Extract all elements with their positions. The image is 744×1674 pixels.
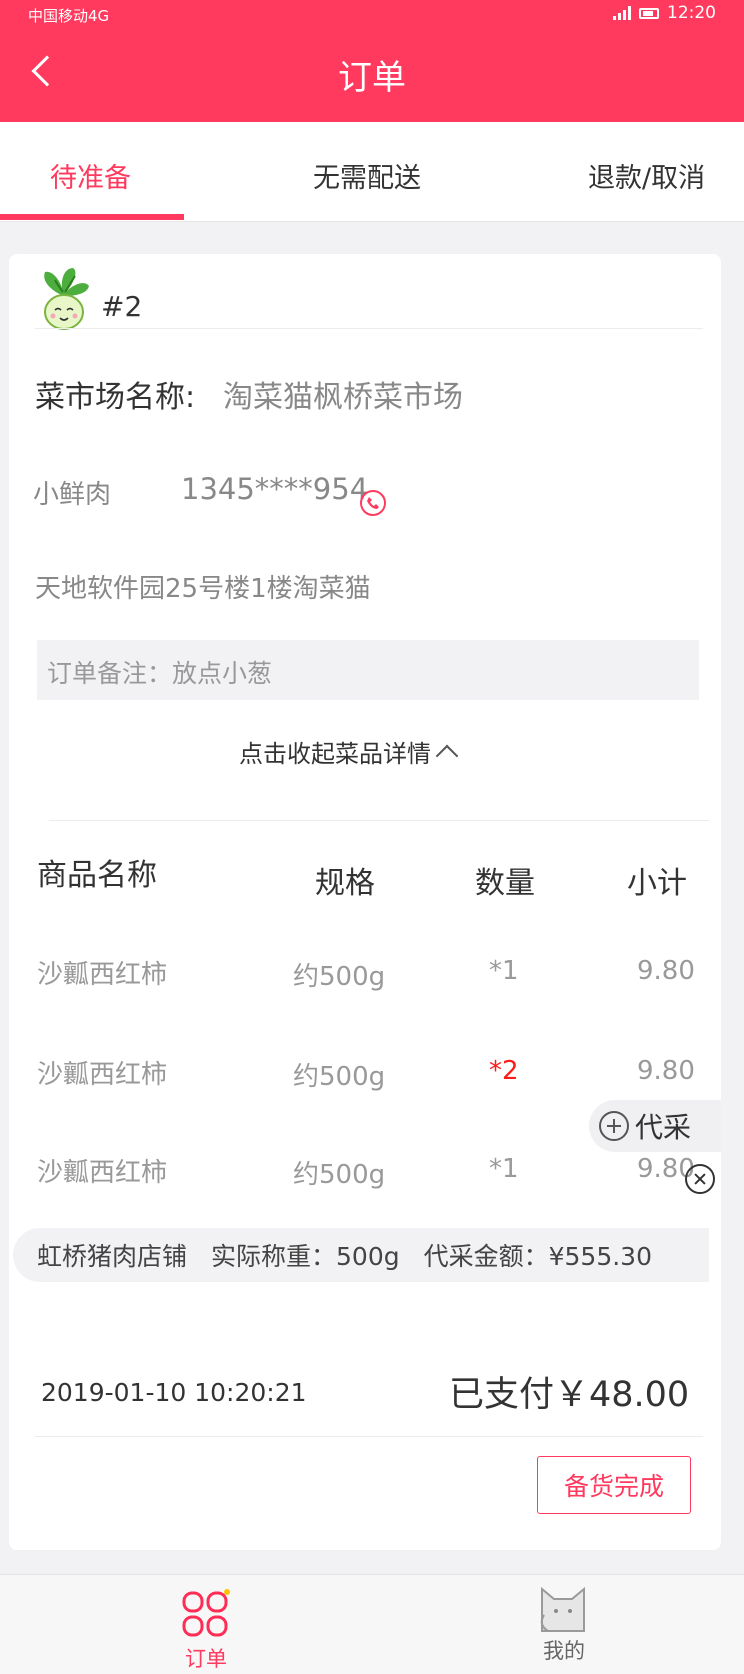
item-qty: *1	[489, 956, 519, 986]
item-name: 沙瓤西红柿	[37, 1158, 168, 1188]
signal-icon	[613, 6, 631, 20]
divider	[49, 820, 709, 821]
item-qty: *1	[489, 1154, 519, 1184]
nav-orders-label: 订单	[185, 1647, 227, 1671]
item-subtotal: 9.80	[637, 956, 695, 986]
bottom-nav: 订单 我的	[0, 1574, 744, 1674]
item-spec: 约500g	[293, 962, 386, 992]
battery-icon	[639, 7, 659, 19]
order-tabs: 待准备 无需配送 退款/取消	[0, 122, 744, 222]
status-bar: 中国移动4G 12:20	[0, 0, 744, 28]
collapse-details-label: 点击收起菜品详情	[239, 740, 431, 768]
item-name: 沙瓤西红柿	[37, 1060, 168, 1090]
stock-ready-button[interactable]: 备货完成	[537, 1456, 691, 1514]
phone-call-icon[interactable]	[359, 489, 387, 517]
order-card: #2 菜市场名称: 淘菜猫枫桥菜市场 小鲜肉 1345****954 天地软件园…	[9, 254, 721, 1550]
proxy-purchase-button[interactable]: 代采	[589, 1100, 721, 1152]
column-header-qty: 数量	[475, 866, 535, 901]
divider	[35, 1436, 703, 1437]
order-datetime: 2019-01-10 10:20:21	[41, 1378, 307, 1407]
item-subtotal: 9.80	[637, 1056, 695, 1086]
status-time: 12:20	[667, 3, 716, 23]
item-qty: *2	[489, 1056, 519, 1086]
proxy-info-bar: 虹桥猪肉店铺 实际称重：500g 代采金额：¥555.30	[13, 1228, 709, 1282]
market-name-value: 淘菜猫枫桥菜市场	[223, 380, 463, 415]
proxy-purchase-label: 代采	[635, 1111, 692, 1144]
chevron-up-icon	[435, 744, 459, 767]
order-number: #2	[101, 290, 143, 323]
column-header-subtotal: 小计	[627, 866, 687, 901]
tab-no-delivery[interactable]: 无需配送	[313, 156, 421, 195]
cat-profile-icon	[540, 1586, 585, 1632]
status-right: 12:20	[613, 3, 716, 23]
page-title: 订单	[338, 58, 406, 98]
nav-profile-label: 我的	[543, 1639, 585, 1663]
column-header-spec: 规格	[315, 866, 375, 901]
app-header: 中国移动4G 12:20 订单	[0, 0, 744, 122]
vegetable-mascot-icon	[44, 268, 89, 330]
order-note: 订单备注：放点小葱	[47, 659, 273, 688]
paid-amount: 已支付￥48.00	[449, 1375, 690, 1415]
market-name-label: 菜市场名称:	[35, 380, 196, 415]
item-name: 沙瓤西红柿	[37, 960, 168, 990]
delivery-address: 天地软件园25号楼1楼淘菜猫	[35, 574, 371, 604]
item-spec: 约500g	[293, 1160, 386, 1190]
tab-refund-cancel[interactable]: 退款/取消	[588, 156, 705, 195]
divider	[35, 328, 703, 329]
proxy-weight: 实际称重：500g	[211, 1242, 400, 1271]
plus-circle-icon	[599, 1111, 629, 1141]
active-tab-indicator	[0, 214, 184, 220]
nav-orders[interactable]: 订单	[106, 1575, 306, 1674]
column-header-name: 商品名称	[37, 858, 157, 893]
order-icon	[182, 1589, 230, 1637]
item-spec: 约500g	[293, 1062, 386, 1092]
tab-pending[interactable]: 待准备	[50, 156, 131, 195]
carrier-label: 中国移动4G	[28, 7, 110, 25]
proxy-shop: 虹桥猪肉店铺	[37, 1242, 188, 1271]
proxy-amount: 代采金额：¥555.30	[423, 1242, 652, 1271]
customer-phone: 1345****954	[181, 472, 369, 506]
collapse-details-toggle[interactable]: 点击收起菜品详情	[239, 734, 459, 769]
customer-name: 小鲜肉	[33, 480, 112, 510]
close-proxy-info-icon[interactable]	[685, 1164, 715, 1194]
nav-profile[interactable]: 我的	[464, 1575, 664, 1674]
